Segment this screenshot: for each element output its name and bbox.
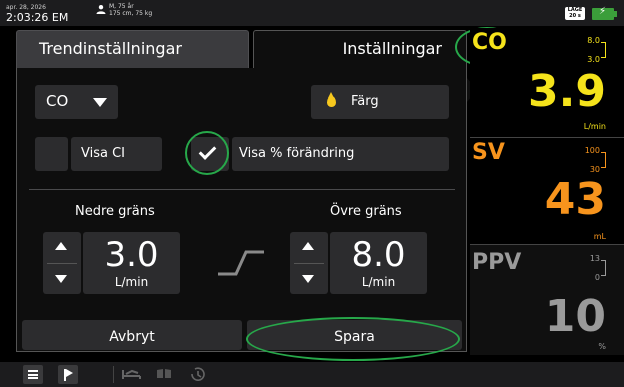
show-pct-change-label: Visa % förändring	[239, 146, 355, 161]
mode-badge[interactable]: LAGE 20 s	[565, 7, 585, 20]
upper-limit-stepper	[290, 232, 328, 294]
plug-icon: ⚡	[599, 6, 607, 17]
dropdown-arrow-icon	[93, 98, 107, 107]
tile-sv-low: 30	[589, 165, 600, 174]
upper-limit-value: 8.0	[351, 235, 406, 275]
tile-co[interactable]: CO 8.0 3.0 3.9 L/min	[470, 28, 624, 137]
settings-content: CO Färg Visa CI Visa % förändring Nedre …	[16, 68, 467, 318]
tile-ppv-value: 10	[544, 291, 606, 342]
range-link-icon	[218, 250, 264, 276]
upper-limit-label: Övre gräns	[330, 204, 402, 219]
patient-sex-age: M, 75 år	[109, 3, 134, 10]
save-highlight-ellipse	[246, 317, 460, 361]
mode-badge-line2: 20 s	[569, 13, 581, 19]
lower-limit-label: Nedre gräns	[75, 204, 155, 219]
section-divider	[29, 189, 455, 190]
parameter-dropdown[interactable]: CO	[35, 85, 118, 119]
settings-panel: Trendinställningar Inställningar CO Färg…	[12, 28, 467, 352]
upper-limit-value-box[interactable]: 8.0 L/min	[330, 232, 427, 294]
lungs-icon[interactable]	[154, 367, 174, 381]
tile-ppv-low: 0	[594, 273, 600, 282]
checkbox-highlight-ellipse	[185, 131, 229, 175]
tile-ppv-range-bracket	[601, 260, 606, 276]
status-bar: apr. 28, 2026 2:03:26 EM M, 75 år 175 cm…	[0, 0, 624, 26]
lower-decrease-button[interactable]	[55, 275, 67, 283]
battery-icon: ⚡	[592, 6, 617, 20]
footer-divider	[113, 366, 114, 383]
tile-ppv-unit: %	[598, 342, 606, 351]
menu-icon	[28, 370, 38, 379]
tile-co-high: 8.0	[587, 36, 600, 45]
tile-ppv[interactable]: PPV 13 0 10 %	[470, 245, 624, 355]
patient-icon	[96, 5, 106, 14]
tile-ppv-name: PPV	[472, 250, 522, 275]
tab-trend-settings[interactable]: Trendinställningar	[16, 30, 249, 68]
stepper-divider	[47, 263, 77, 264]
tile-sv-name: SV	[472, 140, 505, 165]
tab-settings-label: Inställningar	[342, 39, 442, 58]
time-text: 2:03:26 EM	[6, 11, 69, 24]
cancel-button-label: Avbryt	[109, 329, 155, 345]
upper-decrease-button[interactable]	[302, 275, 314, 283]
tile-sv-high: 100	[584, 146, 600, 155]
date-time: apr. 28, 2026 2:03:26 EM	[6, 3, 68, 23]
show-pct-change-label-button[interactable]: Visa % förändring	[232, 137, 449, 171]
tile-co-low: 3.0	[587, 55, 600, 64]
history-icon[interactable]	[189, 366, 207, 383]
navigation-bar	[0, 362, 624, 387]
tile-co-name: CO	[472, 30, 507, 55]
tile-separator	[470, 137, 624, 138]
tile-sv-range-bracket	[601, 152, 606, 168]
color-drop-icon	[327, 92, 336, 107]
tile-sv[interactable]: SV 100 30 43 mL	[470, 138, 624, 244]
stepper-divider	[294, 263, 324, 264]
cancel-button[interactable]: Avbryt	[22, 320, 242, 350]
show-ci-checkbox[interactable]	[35, 137, 68, 171]
patient-bed-icon[interactable]	[122, 367, 142, 381]
parameter-dropdown-value: CO	[46, 92, 69, 110]
color-button[interactable]: Färg	[311, 85, 449, 119]
upper-increase-button[interactable]	[302, 242, 314, 250]
show-ci-label: Visa CI	[81, 146, 126, 161]
show-ci-label-button[interactable]: Visa CI	[71, 137, 162, 171]
tile-separator	[470, 244, 624, 245]
menu-button[interactable]	[23, 365, 43, 384]
lower-limit-value: 3.0	[104, 235, 159, 275]
lower-limit-value-box[interactable]: 3.0 L/min	[83, 232, 180, 294]
lower-limit-stepper	[43, 232, 81, 294]
tab-settings[interactable]: Inställningar	[253, 30, 467, 68]
tile-co-unit: L/min	[583, 122, 606, 131]
flag-icon	[64, 369, 73, 381]
flag-button[interactable]	[58, 365, 78, 384]
tile-ppv-high: 13	[589, 254, 600, 263]
tab-trend-settings-label: Trendinställningar	[39, 39, 182, 58]
upper-limit-unit: L/min	[361, 275, 396, 289]
patient-height-weight: 175 cm, 75 kg	[109, 10, 153, 17]
tile-sv-value: 43	[544, 174, 606, 225]
lower-increase-button[interactable]	[55, 242, 67, 250]
color-button-label: Färg	[351, 94, 379, 109]
tile-co-value: 3.9	[528, 66, 606, 117]
lower-limit-unit: L/min	[114, 275, 149, 289]
tile-co-range-bracket	[601, 42, 606, 58]
tile-sv-unit: mL	[593, 232, 606, 241]
